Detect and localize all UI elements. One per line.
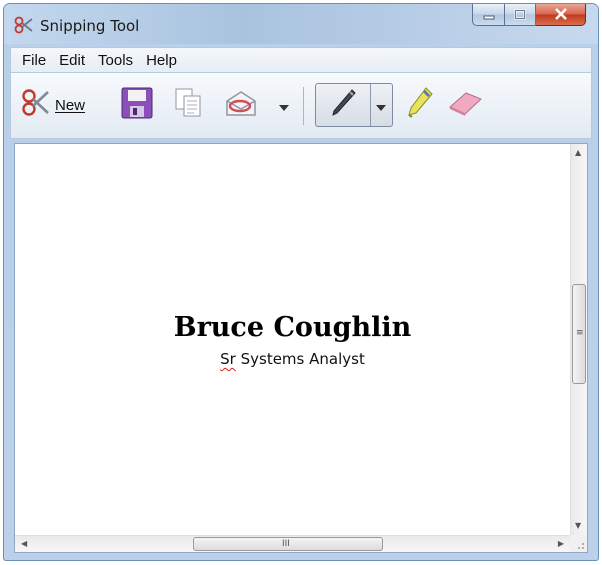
scroll-up-icon[interactable]: ▲ — [575, 149, 581, 157]
pen-divider — [370, 84, 371, 126]
close-button[interactable] — [536, 4, 586, 26]
grip-icon: ≡ — [576, 328, 584, 338]
eraser-button[interactable] — [445, 89, 485, 121]
horizontal-scrollbar[interactable]: ◀ III ▶ — [15, 535, 570, 552]
menu-bar: File Edit Tools Help — [10, 47, 592, 73]
size-grip[interactable] — [570, 535, 587, 552]
snip-canvas-frame: Bruce Coughlin Sr Systems Analyst ▲ ≡ ▼ … — [14, 143, 588, 553]
job-title-rest: Systems Analyst — [235, 350, 365, 368]
spellcheck-word: Sr — [220, 350, 236, 368]
dropdown-arrow-icon — [376, 96, 386, 115]
scroll-down-icon[interactable]: ▼ — [575, 522, 581, 530]
maximize-button[interactable] — [505, 4, 536, 26]
eraser-icon — [446, 89, 484, 121]
window-title: Snipping Tool — [40, 17, 140, 35]
minimize-button[interactable] — [472, 4, 505, 26]
scroll-left-icon[interactable]: ◀ — [21, 540, 27, 548]
maximize-icon — [514, 5, 526, 24]
toolbar-separator — [303, 87, 304, 125]
new-snip-button[interactable]: New — [21, 89, 85, 121]
captured-job-title: Sr Systems Analyst — [15, 350, 570, 368]
scissors-icon — [21, 88, 51, 122]
vertical-scrollbar[interactable]: ▲ ≡ ▼ — [570, 144, 587, 535]
envelope-icon — [224, 87, 258, 123]
send-dropdown-button[interactable] — [277, 97, 291, 113]
menu-file[interactable]: File — [17, 52, 54, 69]
copy-button[interactable] — [171, 87, 205, 123]
close-icon — [554, 5, 568, 24]
scroll-right-icon[interactable]: ▶ — [558, 540, 564, 548]
resize-grip-icon — [578, 543, 584, 549]
snip-canvas[interactable]: Bruce Coughlin Sr Systems Analyst — [15, 144, 570, 535]
dropdown-arrow-icon — [279, 96, 289, 115]
send-snip-button[interactable] — [223, 87, 259, 123]
vertical-scroll-thumb[interactable]: ≡ — [572, 284, 586, 384]
pen-button[interactable] — [320, 87, 366, 123]
save-snip-button[interactable] — [119, 87, 155, 123]
snipping-tool-window: Snipping Tool File Edit Tools Help New B… — [3, 3, 599, 561]
copy-icon — [173, 87, 203, 123]
floppy-disk-icon — [121, 87, 153, 123]
captured-name-text: Bruce Coughlin — [173, 312, 412, 343]
new-button-label: New — [55, 96, 86, 114]
scissors-icon — [14, 16, 34, 34]
minimize-icon — [483, 5, 495, 24]
grip-icon: III — [282, 539, 290, 549]
toolbar: New — [10, 73, 592, 139]
menu-help[interactable]: Help — [141, 52, 185, 69]
horizontal-scroll-thumb[interactable]: III — [193, 537, 383, 551]
highlighter-icon — [404, 86, 434, 124]
menu-tools[interactable]: Tools — [93, 52, 141, 69]
pen-dropdown-button[interactable] — [373, 98, 389, 112]
menu-edit[interactable]: Edit — [54, 52, 93, 69]
pen-icon — [328, 87, 358, 123]
highlighter-button[interactable] — [403, 87, 435, 123]
pen-tool-group — [315, 83, 393, 127]
title-bar[interactable]: Snipping Tool — [4, 4, 598, 44]
